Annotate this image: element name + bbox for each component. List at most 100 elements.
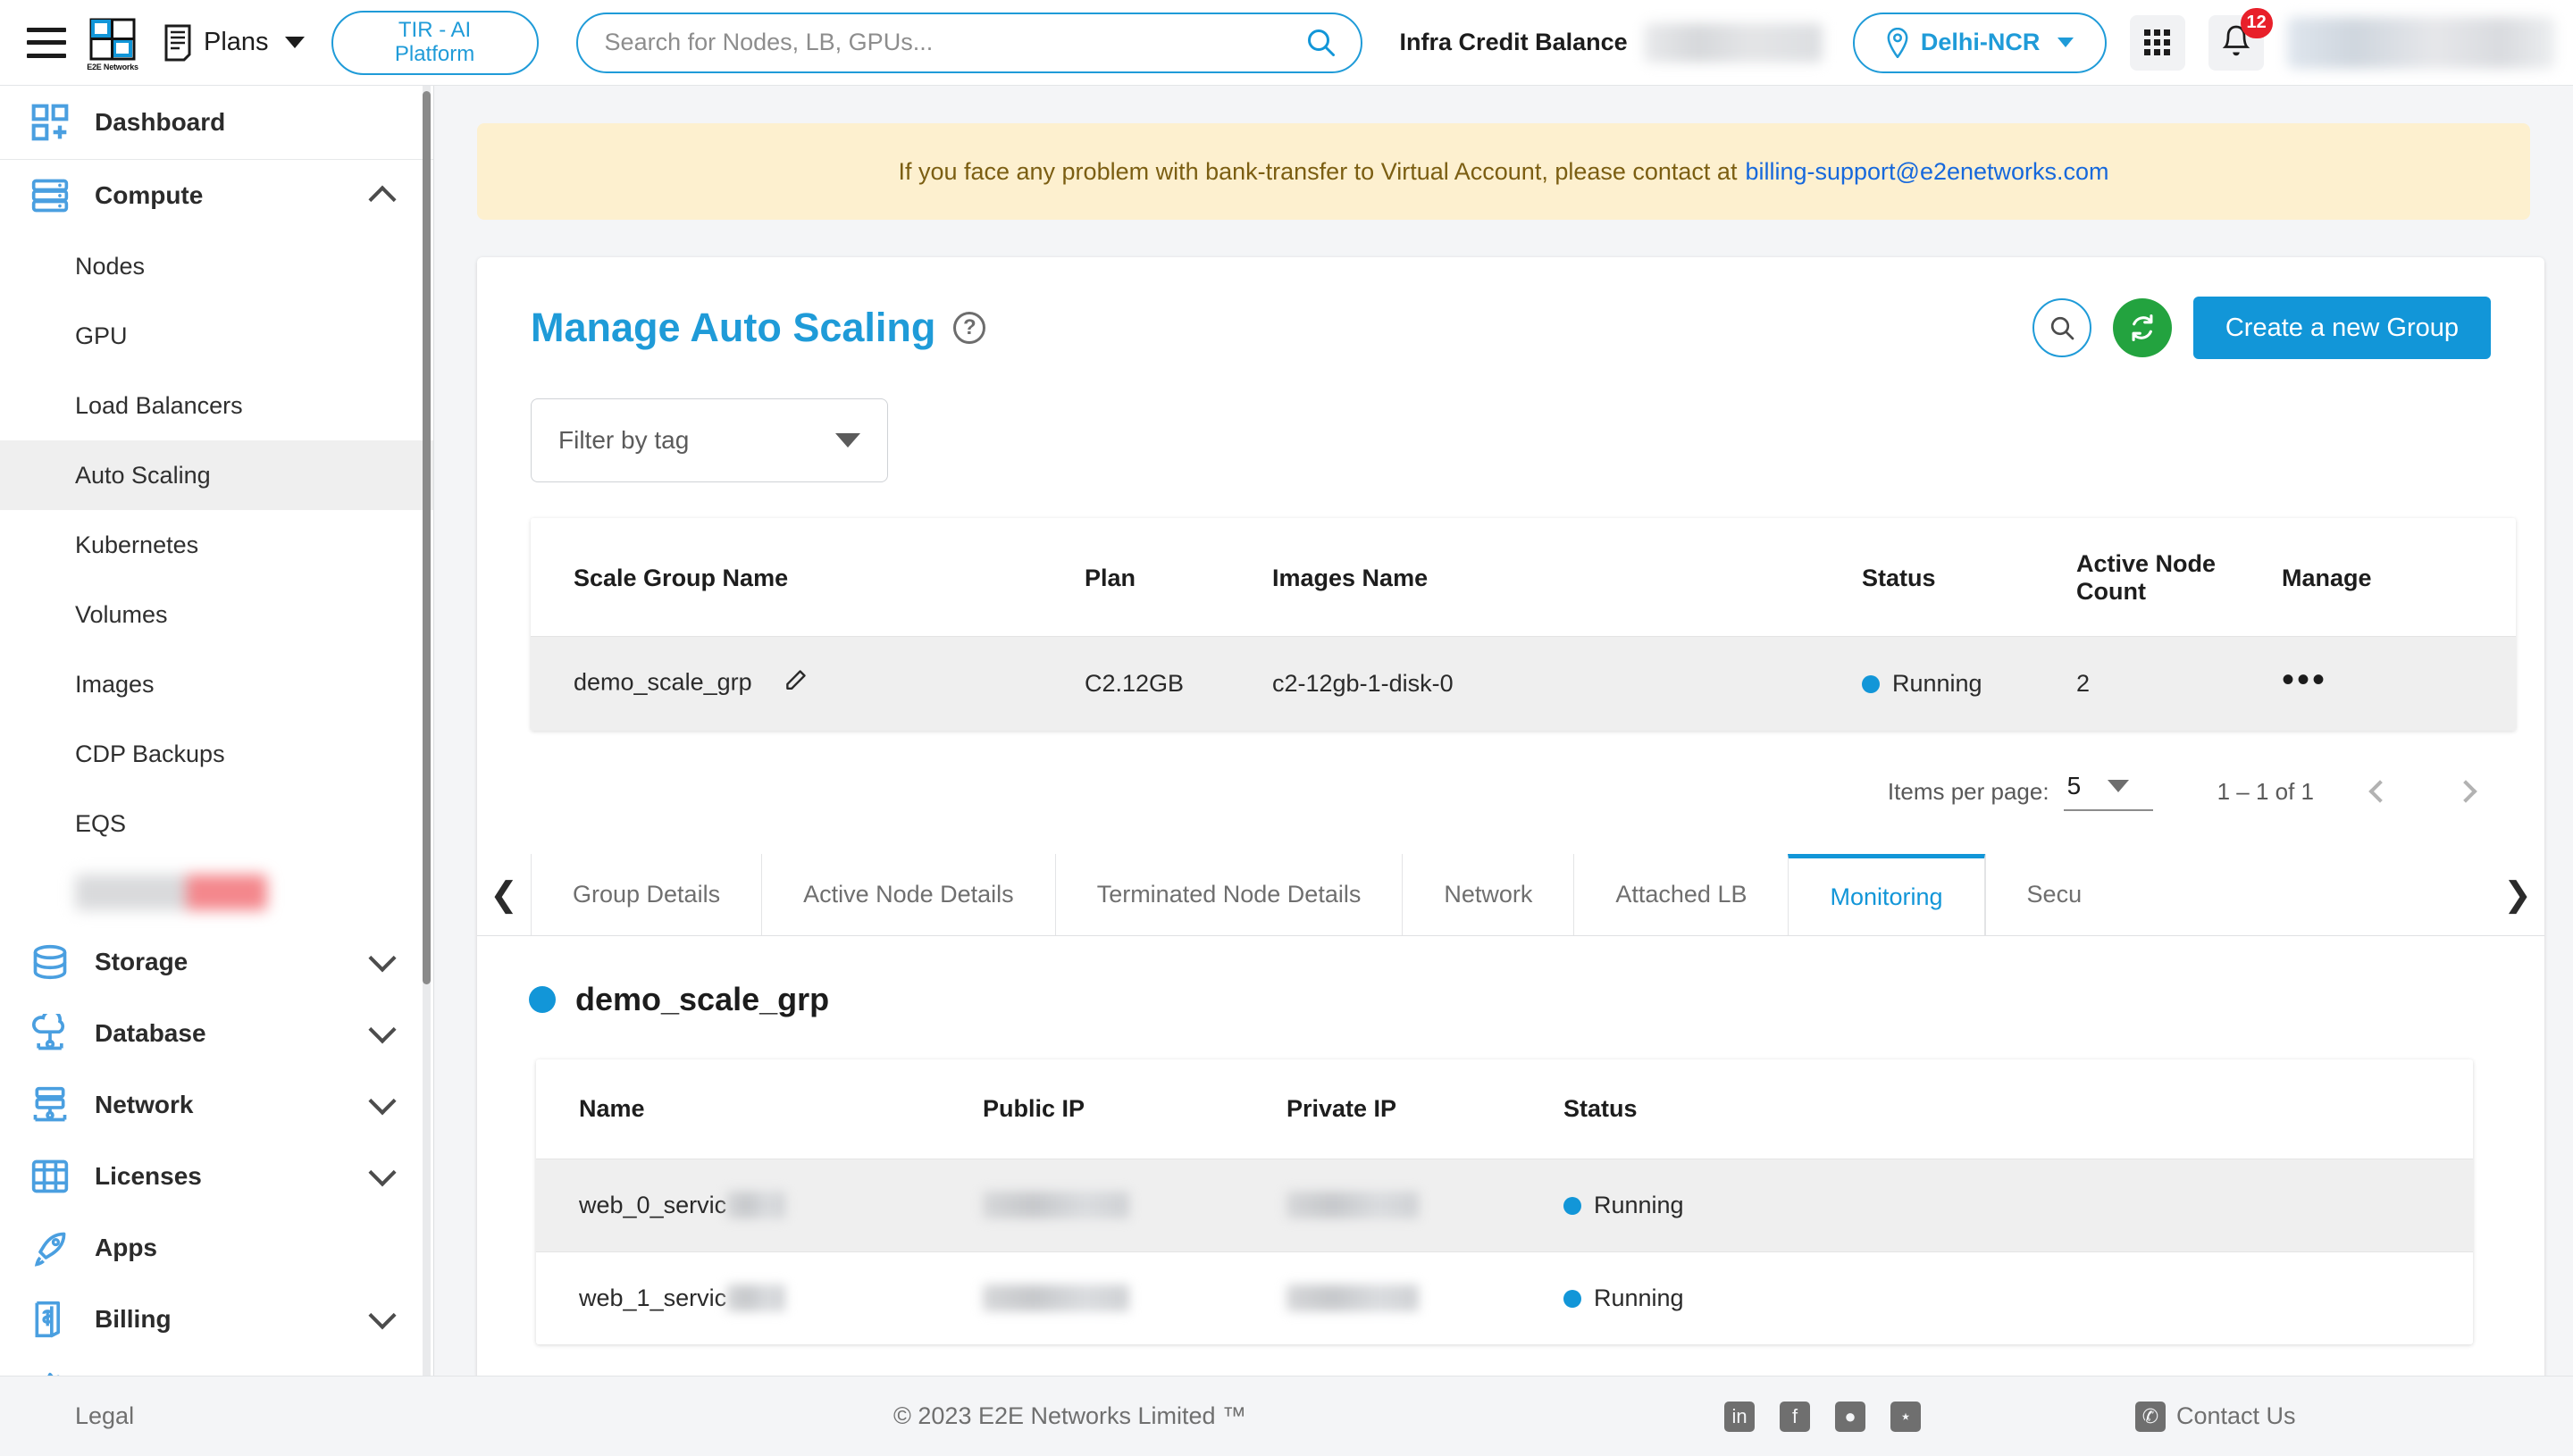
user-profile-avatar[interactable] [2286,16,2555,69]
column-images-name[interactable]: Images Name [1272,518,1862,637]
tab-active-node-details[interactable]: Active Node Details [761,854,1055,935]
sidebar-group-database[interactable]: Database [0,998,433,1069]
table-row[interactable]: web_1_servic Running [536,1251,2473,1345]
sidebar-item-label: Load Balancers [75,391,243,419]
sidebar-item-gpu[interactable]: GPU [0,301,433,371]
global-search[interactable] [575,12,1362,73]
column-status[interactable]: Status [1862,518,2076,637]
notifications-button[interactable]: 12 [2208,7,2273,71]
items-per-page-select[interactable]: 5 [2063,772,2153,811]
linkedin-icon[interactable]: in [1724,1401,1755,1432]
column-manage[interactable]: Manage [2282,518,2516,637]
private-ip-redacted [1286,1284,1419,1311]
chevron-down-icon [368,1159,397,1187]
sidebar-item-dashboard[interactable]: Dashboard [0,86,433,159]
chevron-left-icon [2368,780,2392,803]
hamburger-icon[interactable] [27,27,66,58]
table-row[interactable]: demo_scale_grp C2.12GB c2-12gb-1-disk-0 … [531,636,2516,731]
twitter-icon[interactable]: ● [1835,1401,1865,1432]
sidebar-group-network[interactable]: Network [0,1069,433,1141]
sidebar-item-kubernetes[interactable]: Kubernetes [0,510,433,580]
table-search-button[interactable] [2032,298,2091,357]
column-active-node-count[interactable]: Active Node Count [2076,518,2282,637]
sidebar-item-label: Images [75,670,155,698]
tab-network[interactable]: Network [1402,854,1573,935]
plans-menu[interactable]: Plans [161,23,305,63]
detail-tabs: ❮ Group Details Active Node Details Term… [477,854,2544,936]
apps-grid-button[interactable] [2129,14,2185,71]
sidebar-item-label: Volumes [75,600,168,628]
pagination-next-button[interactable] [2446,772,2485,811]
private-ip-redacted [1286,1192,1419,1218]
sidebar-item-apps[interactable]: Apps [0,1212,433,1284]
table-header-row: Scale Group Name Plan Images Name Status… [531,518,2516,637]
cell-image-name: c2-12gb-1-disk-0 [1272,670,1454,697]
column-scale-group-name[interactable]: Scale Group Name [531,518,1085,637]
column-plan[interactable]: Plan [1085,518,1272,637]
social-links: in f ● ⋆ [1724,1401,1921,1432]
e2e-networks-logo[interactable]: E2E Networks [87,18,138,71]
tabs-scroll-left-button[interactable]: ❮ [477,854,531,935]
filter-by-tag-select[interactable]: Filter by tag [531,398,888,482]
status-dot-icon [529,986,556,1013]
cell-private-ip [1286,1159,1563,1252]
monitoring-group-name: demo_scale_grp [575,981,830,1017]
sidebar-group-storage[interactable]: Storage [0,926,433,998]
sidebar-item-label: Kubernetes [75,531,199,558]
sidebar-item-load-balancers[interactable]: Load Balancers [0,371,433,440]
sidebar-item-cdp-backups[interactable]: CDP Backups [0,719,433,789]
cell-active-node-count: 2 [2076,670,2091,697]
tab-attached-lb[interactable]: Attached LB [1573,854,1788,935]
tab-monitoring[interactable]: Monitoring [1788,854,1985,935]
infra-credit-balance-label: Infra Credit Balance [1399,29,1628,55]
search-icon[interactable] [1305,27,1337,59]
search-input[interactable] [604,29,1305,56]
sidebar-item-nodes[interactable]: Nodes [0,231,433,301]
legal-link[interactable]: Legal [75,1402,134,1430]
node-name-text: web_0_servic [579,1192,727,1218]
pagination-prev-button[interactable] [2360,772,2400,811]
help-icon[interactable]: ? [953,312,986,344]
sidebar-item-eqs[interactable]: EQS [0,789,433,858]
contact-us-link[interactable]: ✆ Contact Us [2135,1401,2296,1432]
edit-icon[interactable] [782,667,809,700]
tir-ai-platform-button[interactable]: TIR - AI Platform [331,10,539,75]
billing-support-email-link[interactable]: billing-support@e2enetworks.com [1745,158,2108,186]
tab-group-details[interactable]: Group Details [531,854,761,935]
sidebar-group-label: Billing [95,1305,172,1333]
sidebar-item-redacted[interactable] [75,874,267,910]
cell-node-name: web_0_servic [536,1159,983,1252]
cell-private-ip [1286,1252,1563,1345]
license-icon [27,1153,73,1200]
refresh-button[interactable] [2112,298,2172,357]
sidebar-group-licenses[interactable]: Licenses [0,1141,433,1212]
sidebar-item-auto-scaling[interactable]: Auto Scaling [0,440,433,510]
sidebar-item-volumes[interactable]: Volumes [0,580,433,649]
hamburger-bar [27,53,66,58]
facebook-icon[interactable]: f [1780,1401,1810,1432]
scale-group-name-text[interactable]: demo_scale_grp [574,669,752,696]
sidebar-item-label: Dashboard [95,108,226,136]
tab-terminated-node-details[interactable]: Terminated Node Details [1054,854,1403,935]
rocket-icon [27,1225,73,1271]
tab-label: Terminated Node Details [1096,881,1362,908]
public-ip-redacted [983,1284,1129,1311]
monitoring-group-header: demo_scale_grp [529,981,2544,1018]
database-icon [27,939,73,985]
rss-icon[interactable]: ⋆ [1890,1401,1921,1432]
sidebar-item-images[interactable]: Images [0,649,433,719]
plans-label: Plans [204,28,269,56]
tabs-scroll-right-button[interactable]: ❯ [2491,854,2544,935]
sidebar-group-billing[interactable]: Billing [0,1284,433,1355]
create-new-group-button[interactable]: Create a new Group [2192,297,2491,359]
sidebar-group-compute[interactable]: Compute [0,160,433,231]
tab-label: Monitoring [1830,883,1943,910]
region-selector[interactable]: Delhi-NCR [1852,12,2107,73]
billing-notice-banner: If you face any problem with bank-transf… [477,123,2530,220]
row-actions-menu-icon[interactable]: ••• [2282,660,2327,699]
table-row[interactable]: web_0_servic Running [536,1159,2473,1252]
page-footer: Legal © 2023 E2E Networks Limited ™ in f… [0,1376,2573,1456]
tab-security[interactable]: Secu [1984,854,2082,935]
region-label: Delhi-NCR [1920,29,2041,55]
node-name-redacted [726,1284,786,1311]
